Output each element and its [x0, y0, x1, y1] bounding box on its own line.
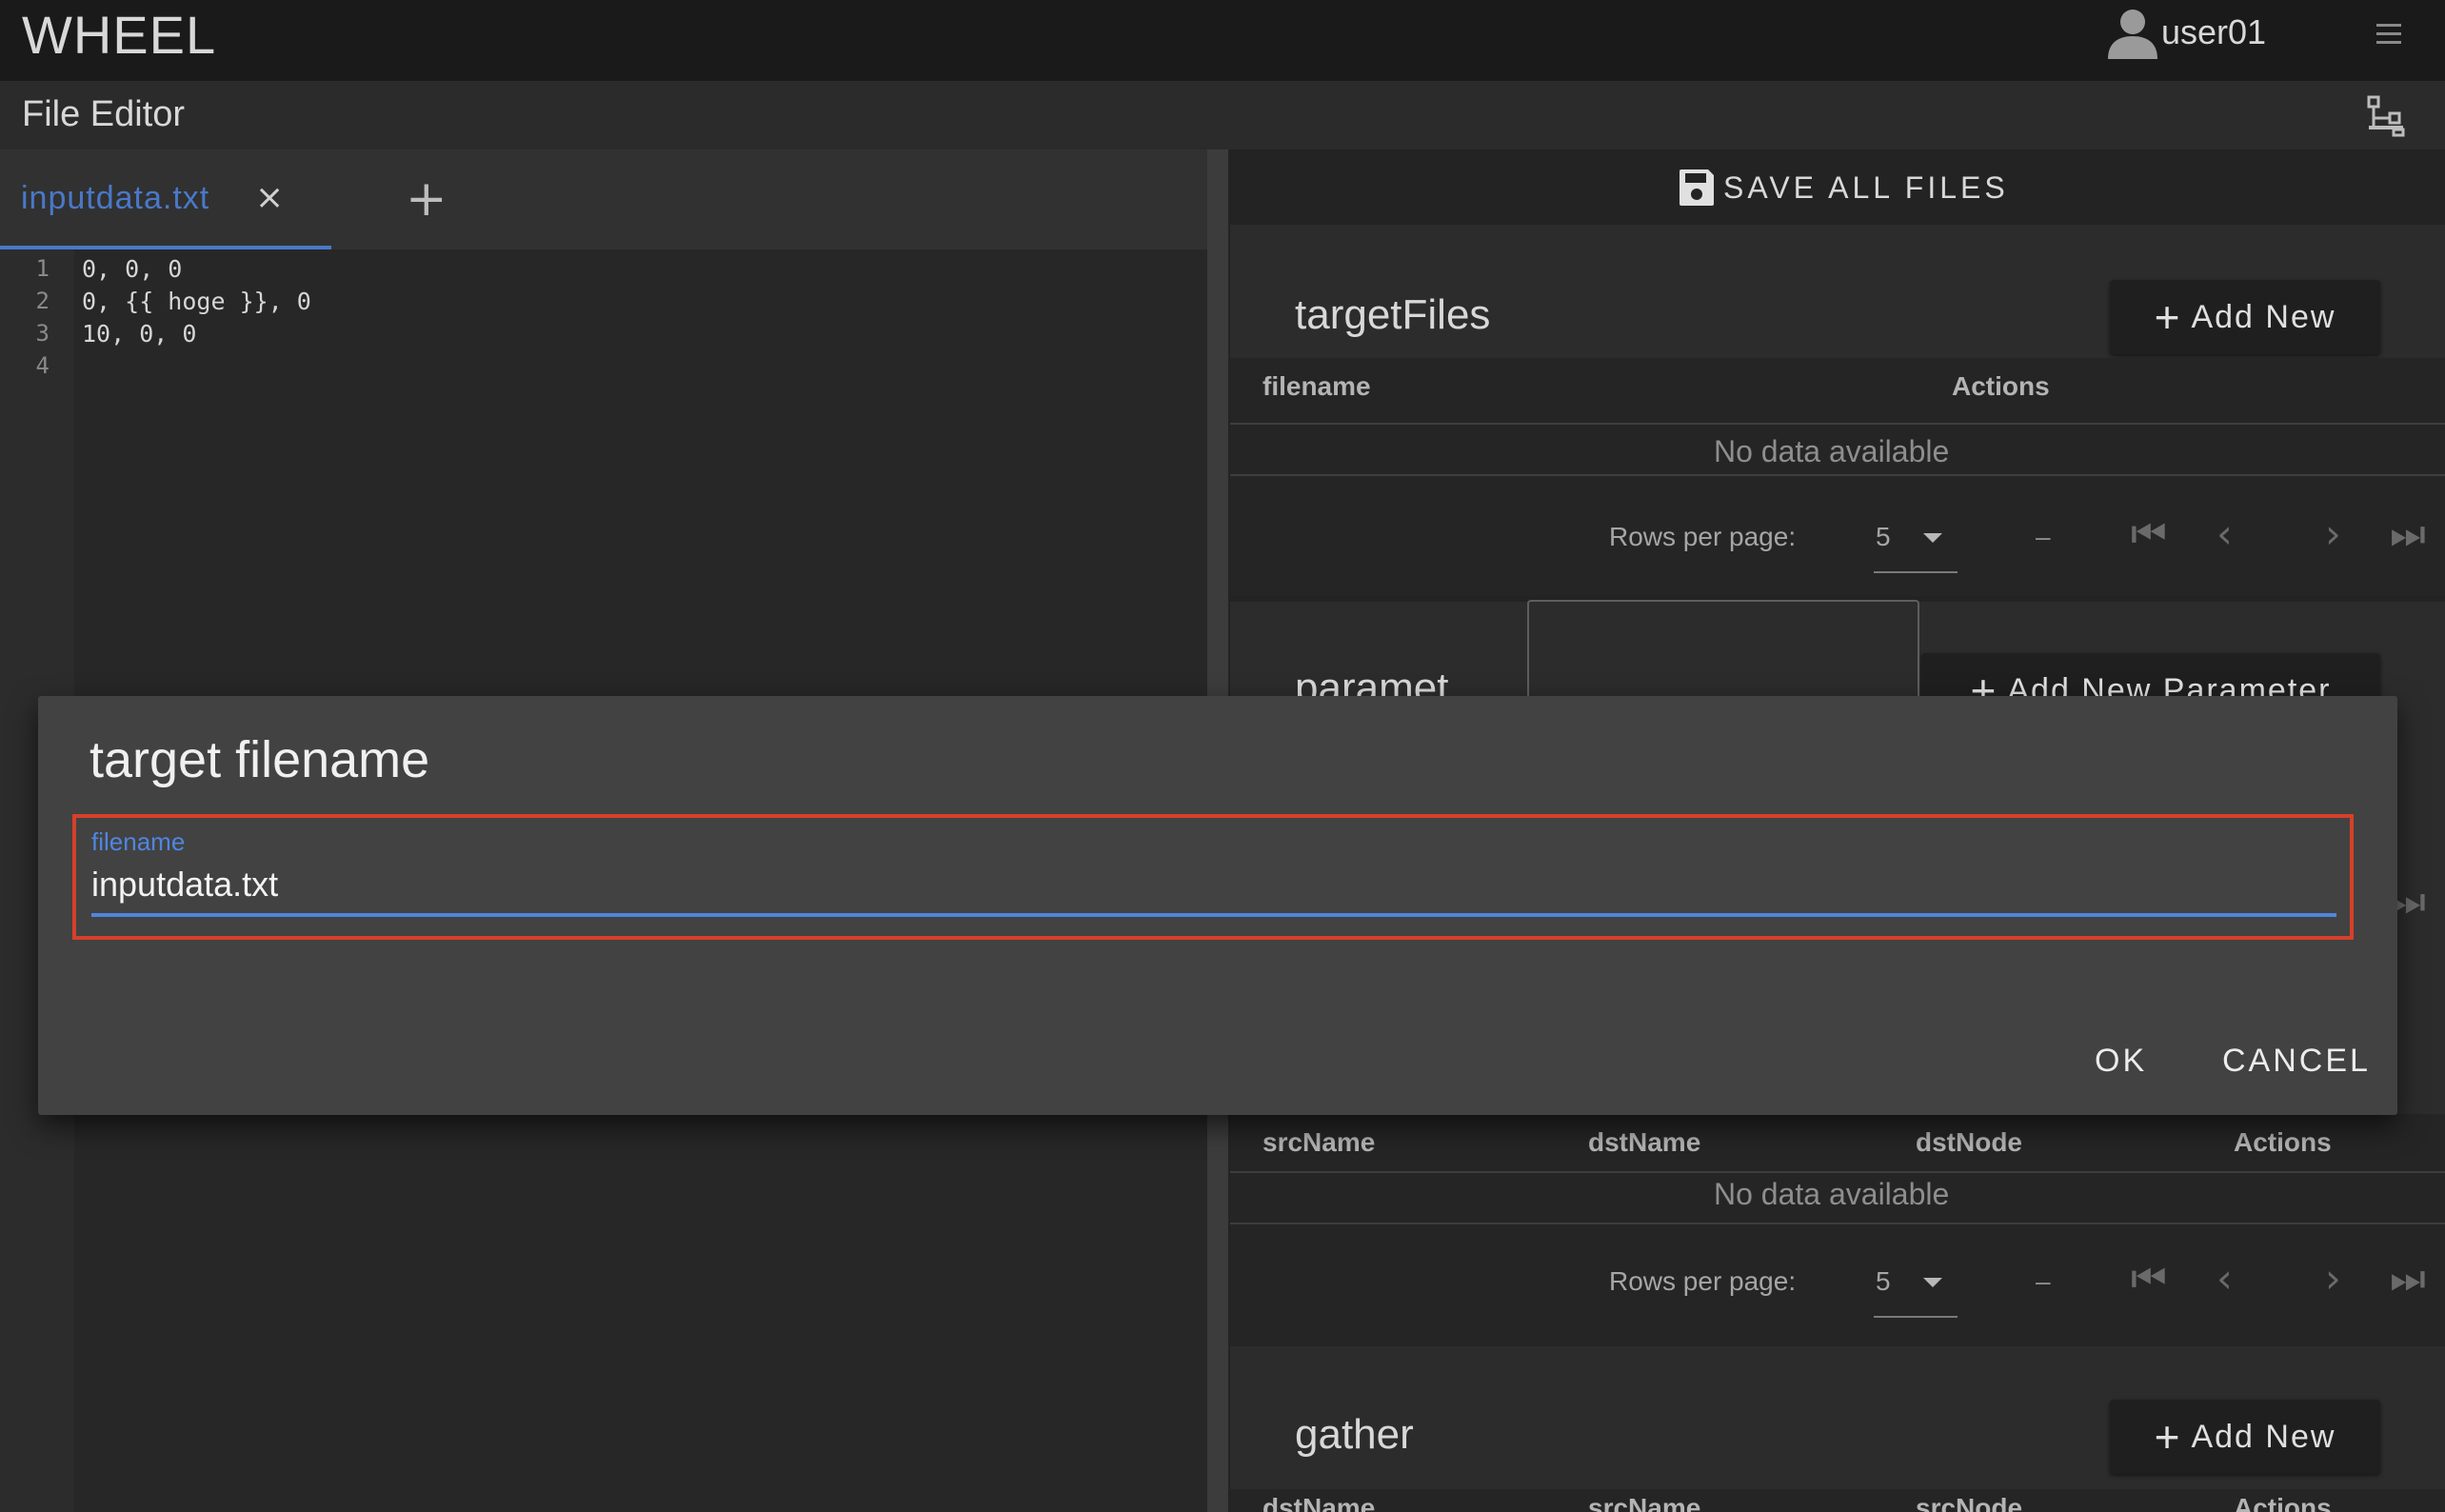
dropdown-caret-icon[interactable]: [1923, 1278, 1942, 1287]
line-number: 3: [35, 320, 50, 347]
gather-title: gather: [1295, 1411, 1414, 1458]
column-header-filename[interactable]: filename: [1262, 371, 1371, 402]
divider: [1230, 1171, 2445, 1173]
dropdown-caret-icon[interactable]: [1923, 533, 1942, 543]
tab-label: inputdata.txt: [21, 180, 210, 216]
prev-page-icon[interactable]: ‹: [2216, 1255, 2233, 1302]
code-line[interactable]: 0, 0, 0: [82, 255, 182, 283]
sub-header: File Editor: [0, 81, 2445, 149]
tab-inputdata[interactable]: inputdata.txt ×: [0, 149, 331, 249]
app-title[interactable]: WHEEL: [22, 4, 216, 66]
save-all-label: SAVE ALL FILES: [1723, 169, 2009, 205]
dialog-title: target filename: [89, 731, 430, 788]
user-menu[interactable]: user01: [2106, 6, 2266, 59]
cancel-button[interactable]: CANCEL: [2222, 1043, 2371, 1080]
plus-icon: +: [2154, 1412, 2182, 1462]
menu-icon[interactable]: [2375, 21, 2403, 48]
page-title: File Editor: [22, 94, 186, 134]
target-files-title: targetFiles: [1295, 291, 1491, 338]
add-gather-button[interactable]: + Add New: [2110, 1400, 2380, 1474]
column-header-srcnode[interactable]: srcNode: [1916, 1493, 2022, 1512]
divider: [1230, 423, 2445, 425]
ok-button[interactable]: OK: [2095, 1043, 2147, 1080]
account-icon: [2108, 10, 2157, 59]
column-header-dstname[interactable]: dstName: [1588, 1127, 1700, 1158]
column-header-actions: Actions: [1952, 371, 2050, 401]
column-header-dstname[interactable]: dstName: [1262, 1493, 1375, 1512]
target-filename-dialog: target filename filename OK CANCEL: [38, 696, 2397, 1115]
close-icon[interactable]: ×: [255, 178, 284, 217]
page-range: –: [2036, 1266, 2051, 1296]
column-header-actions: Actions: [2234, 1493, 2332, 1512]
code-line[interactable]: 10, 0, 0: [82, 320, 196, 348]
filename-input[interactable]: [91, 856, 2336, 917]
gather-table: dstName srcName srcNode Actions: [1230, 1489, 2445, 1512]
empty-message: No data available: [1714, 434, 1950, 468]
next-page-icon[interactable]: ›: [2325, 1255, 2341, 1302]
app-bar: WHEEL user01: [0, 0, 2445, 81]
filename-field[interactable]: filename: [72, 814, 2354, 940]
code-line[interactable]: 0, {{ hoge }}, 0: [82, 288, 311, 315]
next-page-icon[interactable]: ›: [2325, 510, 2341, 557]
graph-view-icon[interactable]: [2367, 95, 2405, 137]
column-header-dstnode[interactable]: dstNode: [1916, 1127, 2022, 1158]
add-label: Add New: [2191, 1418, 2336, 1455]
empty-message: No data available: [1714, 1177, 1950, 1211]
first-page-icon[interactable]: ⏮: [2131, 1255, 2167, 1303]
user-name: user01: [2161, 12, 2267, 51]
first-page-icon[interactable]: ⏮: [2131, 510, 2167, 558]
line-number: 1: [35, 255, 50, 282]
rows-per-page-label: Rows per page:: [1609, 522, 1797, 551]
save-all-files-button[interactable]: SAVE ALL FILES: [1678, 164, 2009, 211]
target-files-card: targetFiles + Add New filename Actions N…: [1230, 225, 2445, 596]
add-label: Add New: [2191, 298, 2336, 335]
add-target-file-button[interactable]: + Add New: [2110, 280, 2380, 354]
last-page-icon[interactable]: ⏭: [2390, 510, 2426, 558]
divider: [1230, 474, 2445, 476]
last-page-icon[interactable]: ⏭: [2390, 1255, 2426, 1303]
rows-per-page-label: Rows per page:: [1609, 1266, 1797, 1296]
rows-per-page-select[interactable]: 5: [1876, 522, 1891, 552]
column-header-actions: Actions: [2234, 1127, 2332, 1157]
line-number: 2: [35, 288, 50, 314]
add-tab-icon[interactable]: +: [406, 170, 447, 228]
column-header-srcname[interactable]: srcName: [1262, 1127, 1375, 1158]
rows-per-page-select[interactable]: 5: [1876, 1266, 1891, 1297]
prev-page-icon[interactable]: ‹: [2216, 510, 2233, 557]
gather-card: gather + Add New dstName srcName srcNode…: [1230, 1346, 2445, 1512]
column-header-srcname[interactable]: srcName: [1588, 1493, 1700, 1512]
line-number: 4: [35, 352, 50, 379]
target-files-table: filename Actions No data available Rows …: [1230, 358, 2445, 596]
scatter-table: srcName dstName dstNode Actions No data …: [1230, 1114, 2445, 1352]
select-underline: [1874, 1316, 1958, 1318]
filename-field-label: filename: [91, 827, 186, 856]
save-icon: [1680, 169, 1714, 206]
editor-tab-bar: inputdata.txt × +: [0, 149, 1207, 249]
select-underline: [1874, 571, 1958, 573]
page-range: –: [2036, 522, 2051, 551]
plus-icon: +: [2154, 292, 2182, 342]
divider: [1230, 1223, 2445, 1224]
